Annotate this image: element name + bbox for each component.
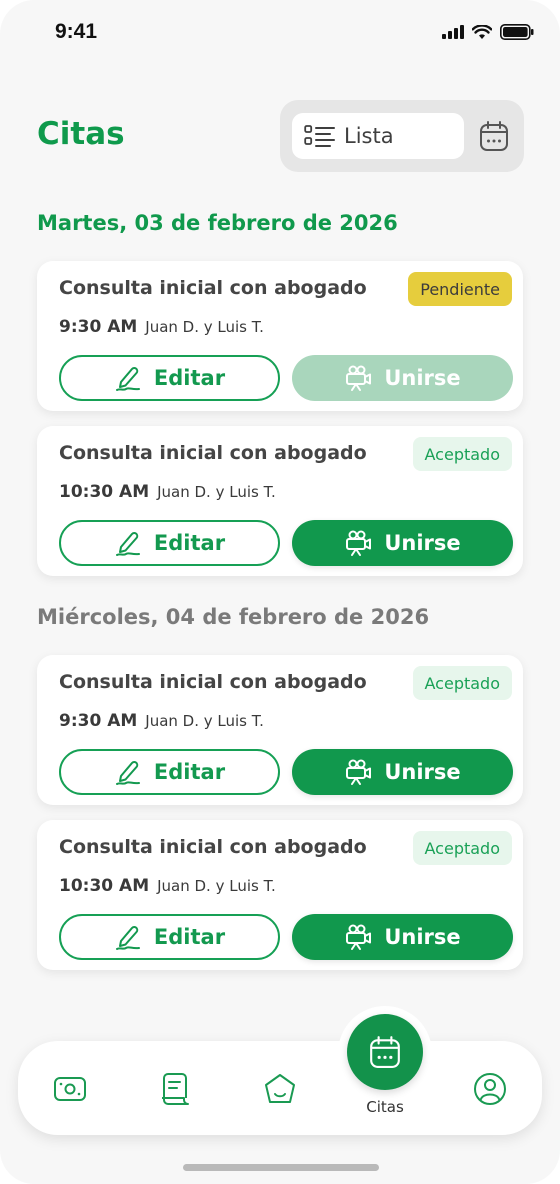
appointment-card: Consulta inicial con abogado Aceptado 10… [37,426,523,576]
join-label: Unirse [384,366,461,390]
page-title: Citas [37,116,125,152]
calendar-view-button[interactable] [478,118,510,154]
nav-item-documents[interactable] [158,1071,194,1107]
video-camera-icon [346,759,372,785]
status-badge: Aceptado [412,831,512,865]
home-icon [265,1074,295,1103]
bottom-nav [18,1041,542,1135]
appointment-people: Juan D. y Luis T. [145,318,264,336]
calendar-icon [370,1036,400,1068]
edit-label: Editar [153,925,226,949]
status-bar: 9:41 [0,0,560,66]
calendar-icon [480,121,508,151]
status-icons [442,24,534,40]
appointment-card: Consulta inicial con abogado Pendiente 9… [37,261,523,411]
join-label: Unirse [384,925,461,949]
join-button[interactable]: Unirse [292,914,513,960]
appointment-people: Juan D. y Luis T. [157,483,276,501]
nav-item-appointments[interactable] [347,1014,423,1090]
video-camera-icon [346,924,372,950]
appointment-card: Consulta inicial con abogado Aceptado 9:… [37,655,523,805]
pen-icon [115,367,140,391]
view-toggle: Lista [280,100,524,172]
nav-item-profile[interactable] [472,1071,508,1107]
appointment-title: Consulta inicial con abogado [59,277,367,299]
appointment-people: Juan D. y Luis T. [157,877,276,895]
nav-label-appointments: Citas [366,1098,404,1116]
appointment-time: 9:30 AM Juan D. y Luis T. [59,711,264,731]
join-button[interactable]: Unirse [292,355,513,401]
signal-icon [442,25,464,39]
appointment-card: Consulta inicial con abogado Aceptado 10… [37,820,523,970]
edit-label: Editar [153,366,226,390]
join-label: Unirse [384,531,461,555]
video-camera-icon [346,530,372,556]
document-icon [162,1073,189,1105]
app-screen: 9:41 Citas Lista Martes, 03 de febrero d… [0,0,560,1184]
appointment-hour: 9:30 AM [59,317,138,337]
pen-icon [115,532,140,556]
join-button[interactable]: Unirse [292,520,513,566]
edit-button[interactable]: Editar [59,520,280,566]
pen-icon [115,761,140,785]
edit-button[interactable]: Editar [59,355,280,401]
status-badge: Pendiente [408,272,512,306]
appointment-time: 10:30 AM Juan D. y Luis T. [59,876,276,896]
list-view-label: Lista [344,124,394,148]
edit-button[interactable]: Editar [59,749,280,795]
edit-label: Editar [153,531,226,555]
list-view-button[interactable]: Lista [292,113,464,159]
join-button[interactable]: Unirse [292,749,513,795]
appointment-title: Consulta inicial con abogado [59,836,367,858]
home-indicator [183,1164,379,1171]
appointment-people: Juan D. y Luis T. [145,712,264,730]
battery-icon [500,24,534,40]
appointment-title: Consulta inicial con abogado [59,671,367,693]
appointment-time: 10:30 AM Juan D. y Luis T. [59,482,276,502]
day-heading: Martes, 03 de febrero de 2026 [37,211,398,235]
money-icon [54,1077,86,1101]
profile-icon [474,1073,506,1105]
list-icon [304,125,335,147]
appointment-hour: 10:30 AM [59,482,150,502]
appointment-hour: 9:30 AM [59,711,138,731]
appointment-time: 9:30 AM Juan D. y Luis T. [59,317,264,337]
day-heading: Miércoles, 04 de febrero de 2026 [37,605,430,629]
status-badge: Aceptado [412,437,512,471]
status-time: 9:41 [55,20,98,43]
appointment-hour: 10:30 AM [59,876,150,896]
nav-item-home[interactable] [262,1071,298,1107]
video-camera-icon [346,365,372,391]
edit-label: Editar [153,760,226,784]
status-badge: Aceptado [412,666,512,700]
join-label: Unirse [384,760,461,784]
appointment-title: Consulta inicial con abogado [59,442,367,464]
pen-icon [115,926,140,950]
edit-button[interactable]: Editar [59,914,280,960]
wifi-icon [472,24,492,39]
nav-item-payments[interactable] [52,1071,88,1107]
